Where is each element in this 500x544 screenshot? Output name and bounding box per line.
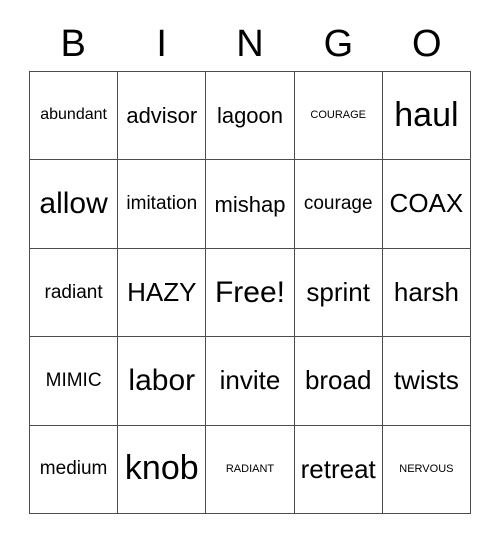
bingo-cell-label: haul — [394, 95, 459, 134]
bingo-cell[interactable]: advisor — [118, 72, 207, 161]
bingo-cell-label: MIMIC — [45, 369, 102, 391]
bingo-cell[interactable]: COAX — [382, 160, 471, 249]
bingo-cell[interactable]: abundant — [30, 72, 119, 161]
bingo-cell[interactable]: MIMIC — [30, 337, 119, 426]
bingo-cell-label: radiant — [44, 281, 103, 303]
bingo-grid: abundant advisor lagoon COURAGE haul all… — [29, 71, 471, 514]
bingo-cell[interactable]: broad — [294, 337, 383, 426]
bingo-cell-label: COURAGE — [310, 108, 366, 121]
bingo-cell-label: medium — [39, 458, 108, 480]
bingo-cell[interactable]: courage — [294, 160, 383, 249]
bingo-cell-label: COAX — [389, 188, 464, 219]
bingo-cell[interactable]: retreat — [294, 425, 383, 514]
bingo-cell-label: RADIANT — [225, 462, 275, 475]
bingo-cell-label: lagoon — [216, 103, 284, 129]
bingo-cell[interactable]: lagoon — [206, 72, 295, 161]
bingo-cell[interactable]: radiant — [30, 248, 119, 338]
bingo-cell-label: retreat — [300, 453, 376, 484]
bingo-cell-free[interactable]: Free! — [206, 248, 295, 338]
bingo-cell[interactable]: medium — [30, 425, 119, 514]
bingo-cell[interactable]: labor — [118, 337, 207, 426]
bingo-cell-label: imitation — [126, 193, 198, 215]
header-letter-i: I — [156, 22, 167, 65]
bingo-cell-label: knob — [124, 449, 199, 488]
bingo-cell-label: HAZY — [127, 276, 197, 307]
bingo-cell-label: mishap — [214, 191, 286, 217]
bingo-cell[interactable]: twists — [382, 337, 471, 426]
bingo-cell-label: Free! — [214, 275, 285, 309]
bingo-cell[interactable]: RADIANT — [206, 425, 295, 514]
bingo-cell-label: NERVOUS — [399, 462, 454, 475]
bingo-cell[interactable]: allow — [30, 160, 119, 249]
bingo-cell[interactable]: harsh — [382, 248, 471, 338]
bingo-cell[interactable]: NERVOUS — [382, 425, 471, 514]
bingo-cell[interactable]: imitation — [118, 160, 207, 249]
bingo-cell-label: courage — [303, 193, 373, 215]
bingo-cell-label: sprint — [306, 276, 370, 307]
bingo-cell-label: harsh — [393, 276, 459, 307]
bingo-cell[interactable]: sprint — [294, 248, 383, 338]
bingo-card: B I N G O abundant advisor lagoon COURAG… — [0, 0, 500, 544]
bingo-cell-label: broad — [304, 365, 372, 396]
header-letter-b: B — [60, 22, 86, 65]
bingo-header-row: B I N G O — [29, 16, 471, 71]
header-letter-o: O — [412, 22, 442, 65]
bingo-cell[interactable]: haul — [382, 72, 471, 161]
bingo-cell[interactable]: mishap — [206, 160, 295, 249]
bingo-cell[interactable]: COURAGE — [294, 72, 383, 161]
bingo-cell[interactable]: HAZY — [118, 248, 207, 338]
bingo-cell-label: allow — [39, 187, 108, 221]
bingo-cell-label: abundant — [40, 106, 107, 124]
bingo-cell-label: invite — [219, 365, 281, 396]
bingo-cell-label: advisor — [126, 103, 198, 129]
bingo-cell[interactable]: knob — [118, 425, 207, 514]
bingo-cell[interactable]: invite — [206, 337, 295, 426]
bingo-cell-label: twists — [393, 365, 459, 396]
header-letter-g: G — [323, 22, 354, 65]
header-letter-n: N — [236, 22, 264, 65]
bingo-cell-label: labor — [128, 364, 196, 398]
